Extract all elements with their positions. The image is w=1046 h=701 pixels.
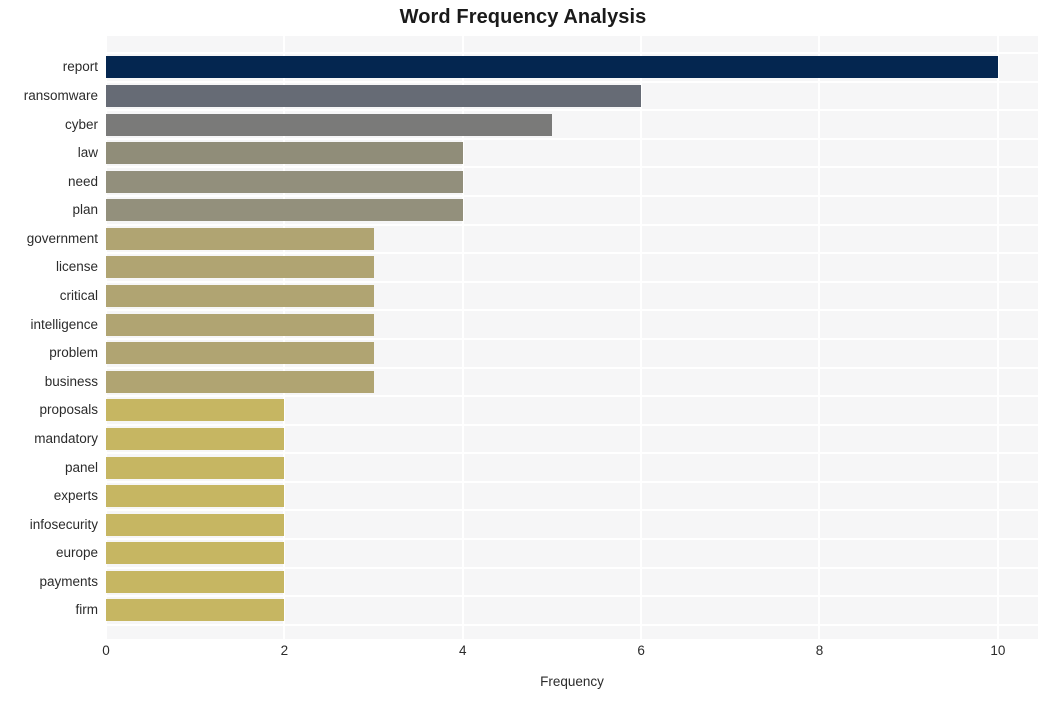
x-tick-label-6: 6 bbox=[637, 643, 645, 658]
y-tick-label-plan: plan bbox=[72, 202, 98, 218]
chart-title: Word Frequency Analysis bbox=[399, 6, 647, 28]
y-tick-label-panel: panel bbox=[64, 459, 98, 475]
y-tick-label-proposals: proposals bbox=[39, 402, 98, 418]
bar-ransomware[interactable] bbox=[106, 85, 642, 107]
y-tick-label-license: license bbox=[55, 259, 98, 275]
bar-plan[interactable] bbox=[106, 199, 463, 222]
y-tick-label-government: government bbox=[26, 230, 98, 246]
bar-panel[interactable] bbox=[106, 456, 285, 479]
y-tick-label-europe: europe bbox=[55, 545, 98, 561]
bar-payments[interactable] bbox=[106, 570, 285, 593]
x-tick-label-2: 2 bbox=[280, 643, 289, 658]
x-tick-label-8: 8 bbox=[815, 643, 824, 658]
bar-infosecurity[interactable] bbox=[106, 513, 285, 536]
y-tick-label-firm: firm bbox=[75, 602, 99, 618]
y-tick-label-cyber: cyber bbox=[64, 116, 98, 132]
bar-experts[interactable] bbox=[106, 485, 285, 508]
bar-cyber[interactable] bbox=[106, 113, 552, 136]
bar-critical[interactable] bbox=[106, 285, 374, 308]
y-axis-labels: report ransomware cyber law need plan governme… bbox=[0, 36, 98, 639]
bar-business[interactable] bbox=[106, 370, 374, 393]
x-tick-label-4: 4 bbox=[458, 643, 467, 658]
y-tick-label-intelligence: intelligence bbox=[30, 316, 98, 332]
bar-mandatory[interactable] bbox=[106, 427, 285, 450]
bar-law[interactable] bbox=[106, 142, 463, 165]
bar-report[interactable] bbox=[106, 56, 998, 79]
y-tick-label-experts: experts bbox=[53, 488, 98, 504]
plot-area bbox=[105, 36, 1038, 639]
bars-layer bbox=[106, 36, 1038, 639]
word-frequency-chart: Word Frequency Analysis report ransomware… bbox=[0, 0, 1046, 701]
bar-government[interactable] bbox=[106, 227, 374, 250]
y-tick-label-ransomware: ransomware bbox=[23, 88, 98, 103]
y-tick-label-law: law bbox=[77, 145, 98, 161]
x-axis-ticks: 0 2 4 6 8 10 bbox=[102, 639, 1038, 665]
x-axis-title: Frequency bbox=[540, 674, 604, 689]
x-tick-label-0: 0 bbox=[102, 643, 110, 658]
bar-proposals[interactable] bbox=[106, 399, 285, 422]
y-tick-label-problem: problem bbox=[49, 345, 98, 361]
bar-firm[interactable] bbox=[106, 599, 285, 622]
bar-problem[interactable] bbox=[106, 342, 374, 365]
bar-need[interactable] bbox=[106, 170, 463, 193]
x-tick-label-10: 10 bbox=[990, 643, 1006, 658]
bar-license[interactable] bbox=[106, 256, 374, 279]
bar-intelligence[interactable] bbox=[106, 313, 374, 336]
y-tick-label-mandatory: mandatory bbox=[34, 430, 98, 446]
y-tick-label-business: business bbox=[44, 373, 98, 389]
y-tick-label-need: need bbox=[67, 173, 98, 189]
y-tick-label-infosecurity: infosecurity bbox=[29, 516, 98, 532]
y-tick-label-report: report bbox=[62, 59, 98, 75]
bar-europe[interactable] bbox=[106, 542, 285, 565]
y-tick-label-payments: payments bbox=[39, 573, 98, 589]
y-tick-label-critical: critical bbox=[59, 288, 98, 304]
